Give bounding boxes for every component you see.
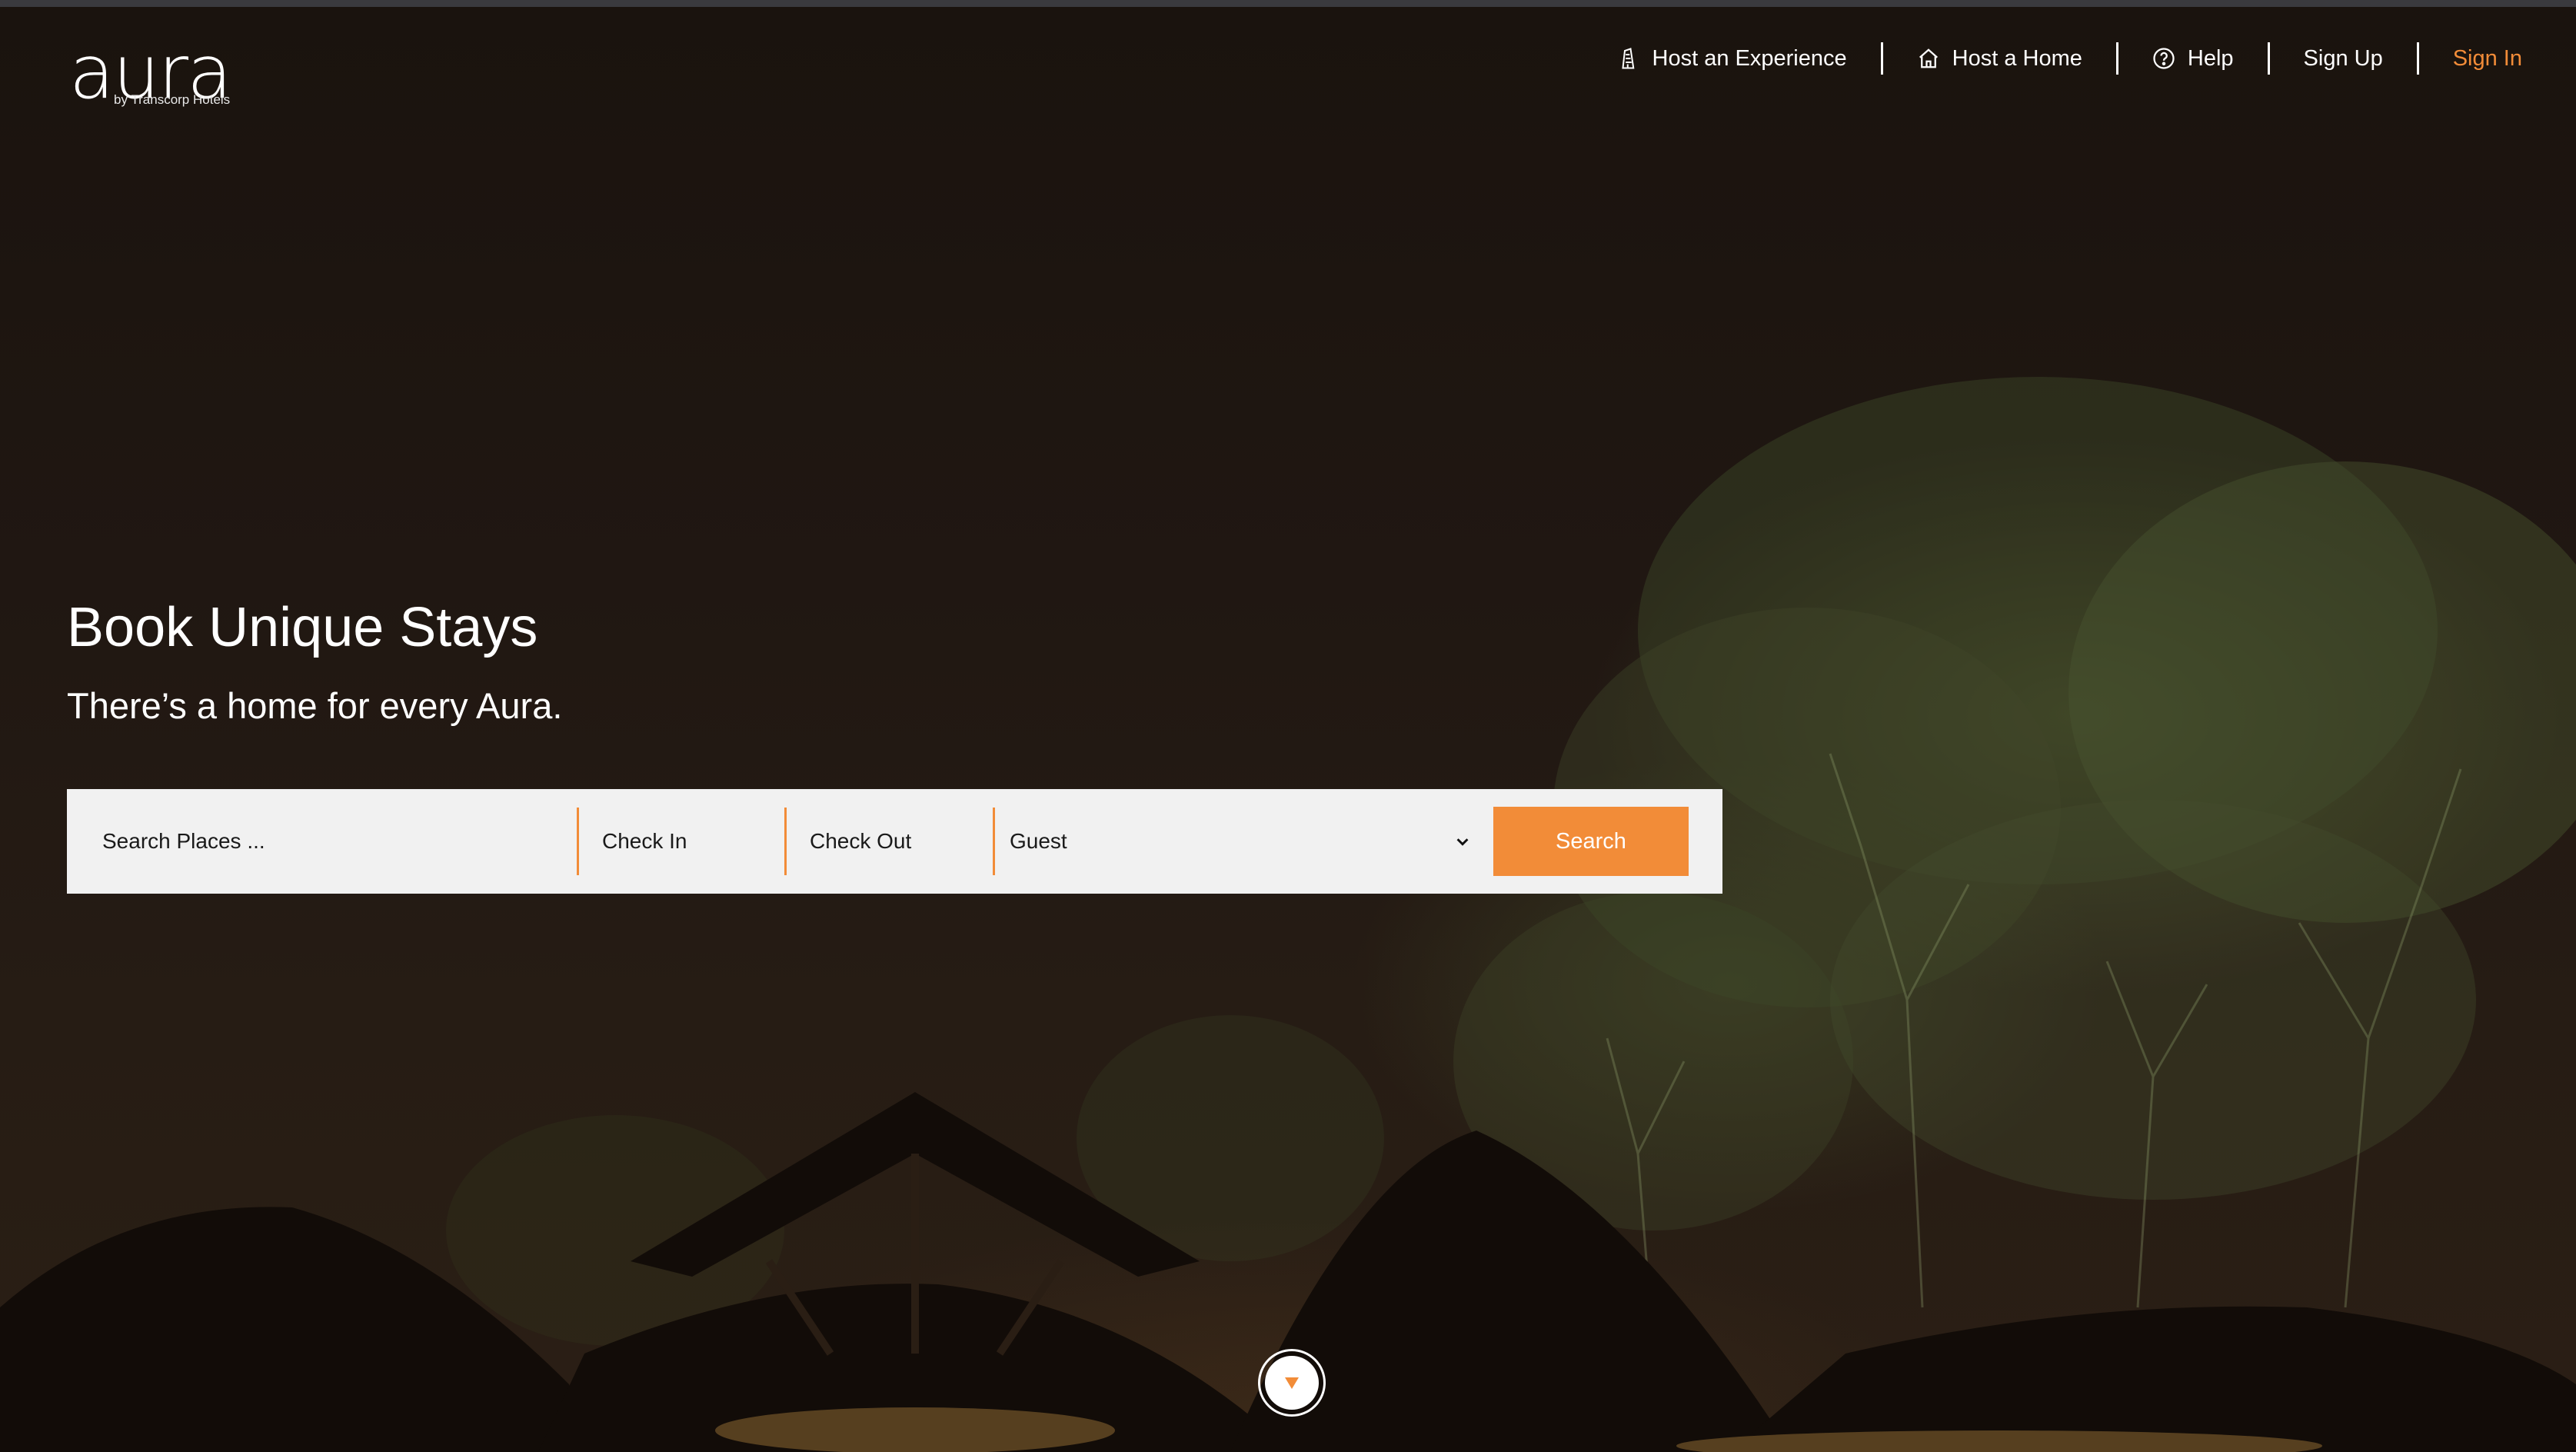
- caret-down-icon: [1285, 1377, 1299, 1389]
- guest-select[interactable]: Guest: [1010, 808, 1471, 875]
- search-bar: Search Places ... Check In Check Out Gue…: [67, 789, 1722, 894]
- nav-help-label: Help: [2187, 45, 2234, 71]
- nav-sign-up-label: Sign Up: [2303, 45, 2383, 71]
- top-nav: Host an Experience Host a Home Help Sign…: [1617, 37, 2522, 80]
- scroll-down-inner: [1265, 1356, 1319, 1410]
- help-circle-icon: [2153, 48, 2175, 69]
- nav-host-experience[interactable]: Host an Experience: [1617, 46, 1847, 72]
- nav-sign-in[interactable]: Sign In: [2453, 46, 2522, 72]
- nav-help[interactable]: Help: [2152, 46, 2234, 72]
- search-field-divider: [577, 808, 579, 875]
- logo-subtext: by Transcorp Hotels: [114, 92, 231, 107]
- page: aura by Transcorp Hotels Host an Experie…: [0, 0, 2576, 1452]
- chevron-down-icon: [1456, 838, 1469, 846]
- search-button[interactable]: Search: [1493, 807, 1689, 876]
- nav-host-home[interactable]: Host a Home: [1917, 46, 2082, 72]
- nav-divider: [2416, 42, 2419, 75]
- nav-sign-in-label: Sign In: [2452, 45, 2522, 71]
- check-out-field[interactable]: Check Out: [810, 808, 1002, 875]
- search-places-input[interactable]: Search Places ...: [102, 808, 564, 875]
- building-icon: [1621, 48, 1634, 69]
- search-field-divider: [784, 808, 787, 875]
- nav-divider: [2267, 42, 2270, 75]
- hero-subtitle: There’s a home for every Aura.: [67, 685, 563, 726]
- home-icon: [1919, 48, 1938, 68]
- nav-divider: [1880, 42, 1883, 75]
- search-field-divider: [993, 808, 995, 875]
- aura-logo[interactable]: aura by Transcorp Hotels: [69, 35, 238, 112]
- nav-sign-up[interactable]: Sign Up: [2304, 46, 2383, 72]
- nav-divider: [2115, 42, 2118, 75]
- check-in-field[interactable]: Check In: [602, 808, 794, 875]
- nav-host-experience-label: Host an Experience: [1652, 45, 1847, 71]
- scroll-down-button[interactable]: [1258, 1349, 1326, 1417]
- hero-title: Book Unique Stays: [67, 597, 538, 658]
- nav-host-home-label: Host a Home: [1952, 45, 2082, 71]
- guest-select-value: Guest: [1010, 829, 1067, 853]
